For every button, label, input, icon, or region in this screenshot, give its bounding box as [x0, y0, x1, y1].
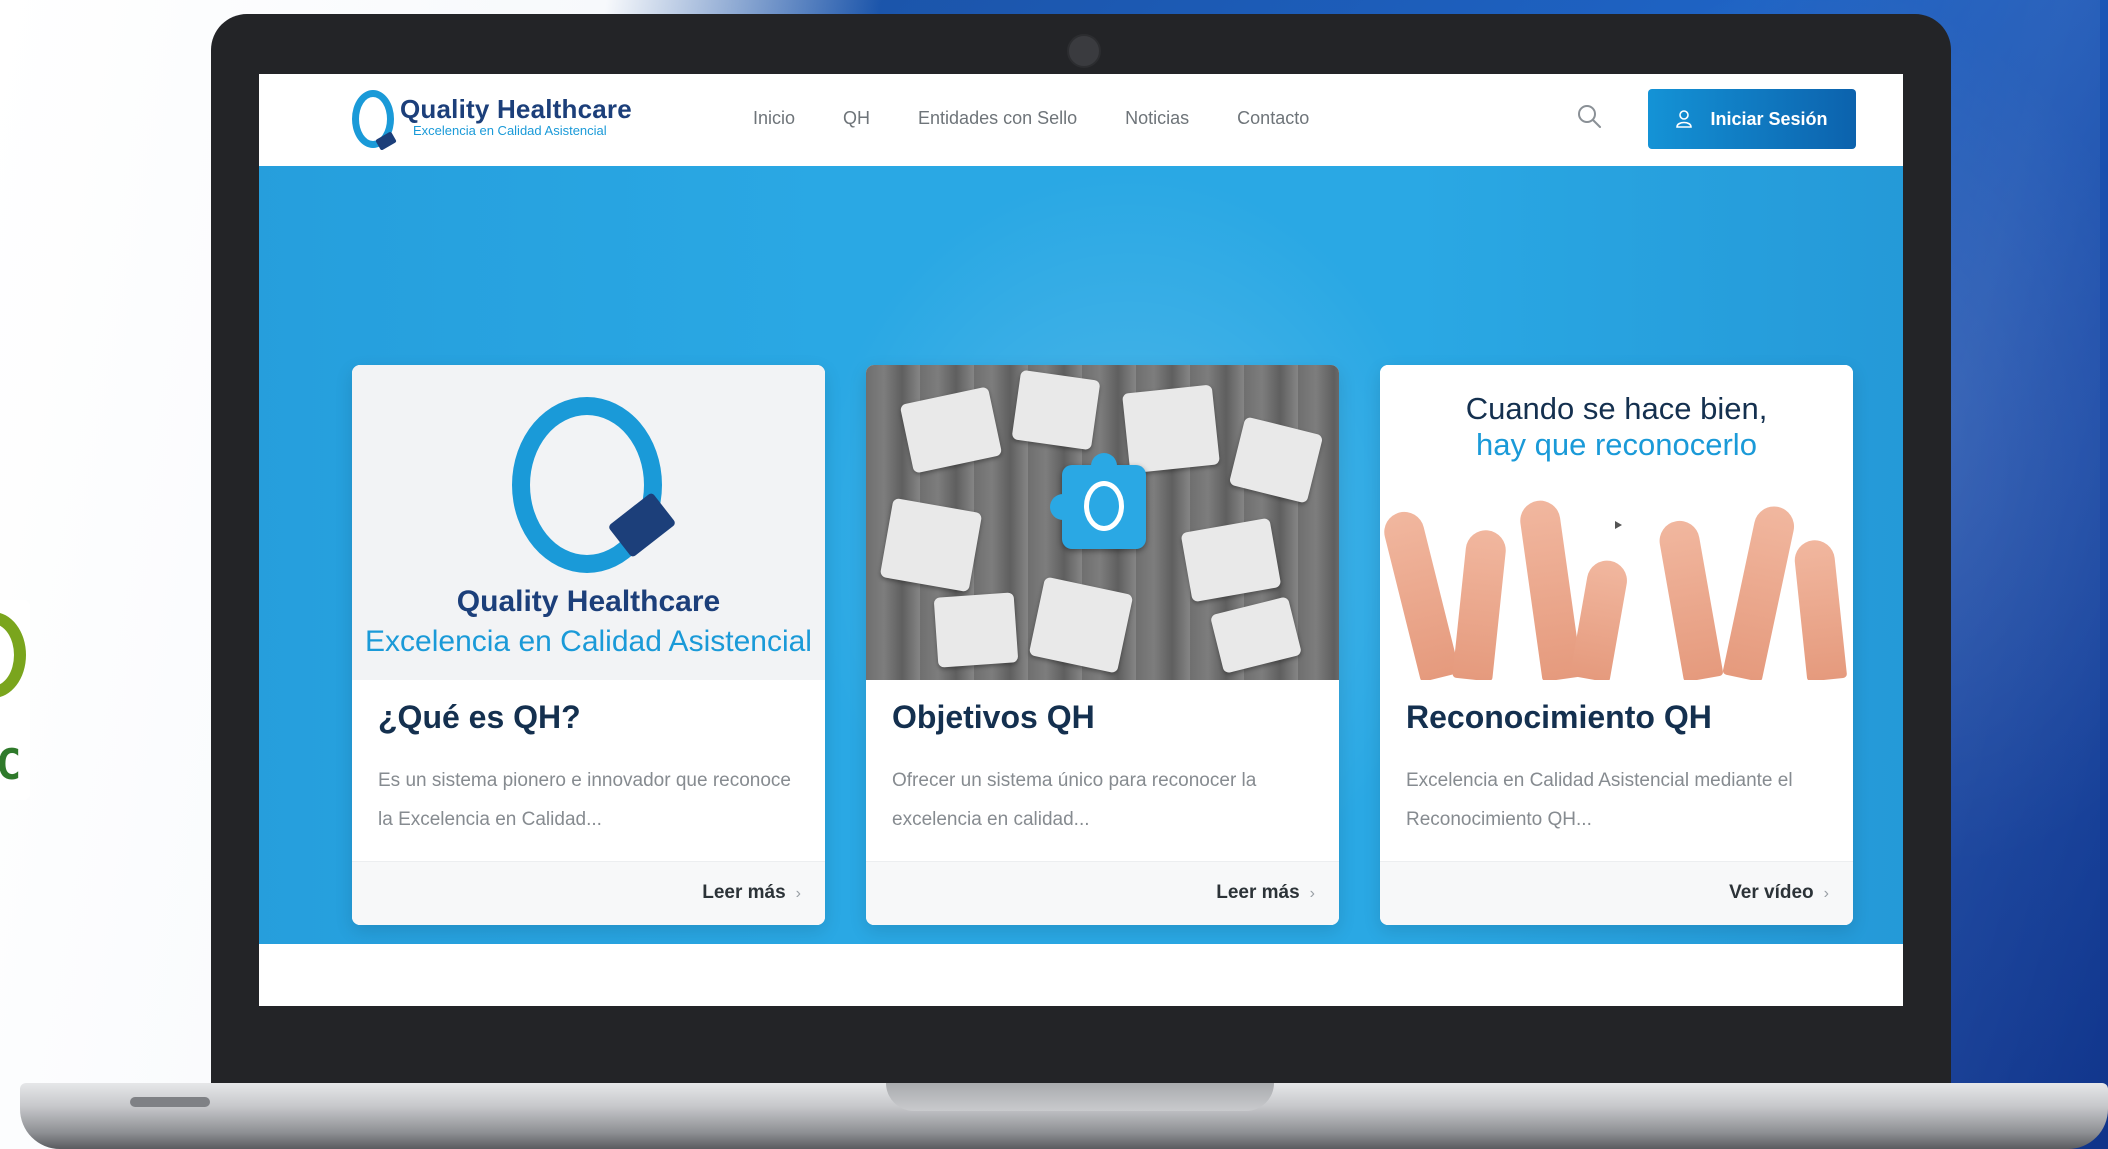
puzzle-piece	[879, 497, 983, 593]
puzzle-piece	[1122, 384, 1220, 474]
card-que-es-qh[interactable]: Quality Healthcare Excelencia en Calidad…	[352, 365, 825, 925]
puzzle-piece	[933, 592, 1019, 668]
card-reconocimiento-qh[interactable]: Cuando se hace bien, hay que reconocerlo…	[1380, 365, 1853, 925]
puzzle-piece	[1028, 576, 1134, 674]
brand-name[interactable]: Quality Healthcare	[400, 94, 632, 125]
card-title: ¿Qué es QH?	[378, 699, 581, 735]
brand-logo-icon[interactable]	[352, 90, 394, 148]
brand-tagline: Excelencia en Calidad Asistencial	[413, 123, 607, 138]
nav-item-qh[interactable]: QH	[843, 108, 870, 129]
nav-item-contacto[interactable]: Contacto	[1237, 108, 1309, 129]
below-hero-section	[259, 944, 1903, 1006]
read-more-link[interactable]: Leer más ›	[1216, 882, 1315, 904]
puzzle-piece	[1228, 416, 1324, 504]
card-image: Quality Healthcare Excelencia en Calidad…	[352, 365, 825, 680]
card-image-tagline: Excelencia en Calidad Asistencial	[365, 625, 812, 658]
clapping-hand	[1656, 517, 1724, 680]
read-more-link[interactable]: Leer más ›	[702, 882, 801, 904]
card-text: Excelencia en Calidad Asistencial median…	[1406, 770, 1793, 830]
card-footer: Ver vídeo ›	[1380, 861, 1853, 925]
card-image-brand: Quality Healthcare	[456, 585, 721, 618]
laptop-screen: Quality Healthcare Excelencia en Calidad…	[259, 74, 1903, 1006]
card-text: Es un sistema pionero e innovador que re…	[378, 770, 791, 830]
login-button-label: Iniciar Sesión	[1710, 108, 1828, 129]
nav-item-noticias[interactable]: Noticias	[1125, 108, 1189, 129]
puzzle-piece	[1011, 369, 1101, 451]
chevron-right-icon: ›	[1309, 885, 1315, 902]
puzzle-piece	[899, 386, 1003, 474]
clapping-hand	[1452, 528, 1508, 680]
card-image-puzzle	[866, 365, 1339, 680]
card-video-thumbnail[interactable]: Cuando se hace bien, hay que reconocerlo	[1380, 365, 1853, 680]
puzzle-piece	[1209, 596, 1303, 674]
card-footer: Leer más ›	[866, 861, 1339, 925]
clapping-hand	[1722, 502, 1798, 680]
hero-section: Quality Healthcare Excelencia en Calidad…	[259, 136, 1903, 956]
chevron-right-icon: ›	[1823, 885, 1829, 902]
side-logo-q-icon	[0, 612, 26, 698]
card-footer: Leer más ›	[352, 861, 825, 925]
nav-item-inicio[interactable]: Inicio	[753, 108, 795, 129]
puzzle-piece	[1180, 517, 1282, 603]
side-logo-letter: C	[0, 740, 22, 789]
login-button[interactable]: Iniciar Sesión	[1648, 89, 1856, 149]
watch-video-link[interactable]: Ver vídeo ›	[1729, 882, 1829, 904]
play-icon[interactable]	[1598, 505, 1638, 545]
video-caption-line1: Cuando se hace bien,	[1465, 391, 1768, 426]
watch-video-label: Ver vídeo	[1729, 882, 1814, 903]
partial-side-logo: C	[0, 600, 30, 800]
laptop-slot	[130, 1097, 210, 1107]
card-objetivos-qh[interactable]: Objetivos QH Ofrecer un sistema único pa…	[866, 365, 1339, 925]
video-caption-line2: hay que reconocerlo	[1476, 427, 1757, 462]
clapping-hand	[1380, 507, 1460, 680]
card-title: Objetivos QH	[892, 699, 1095, 735]
laptop-notch	[886, 1083, 1274, 1111]
chevron-right-icon: ›	[795, 885, 801, 902]
qh-logo-icon	[1084, 481, 1124, 531]
read-more-label: Leer más	[1216, 882, 1300, 903]
search-icon[interactable]	[1575, 102, 1605, 132]
user-icon	[1676, 110, 1693, 128]
main-nav: Inicio QH Entidades con Sello Noticias C…	[753, 108, 1357, 129]
read-more-label: Leer más	[702, 882, 786, 903]
clapping-hand	[1569, 557, 1631, 680]
card-text: Ofrecer un sistema único para reconocer …	[892, 770, 1257, 830]
clapping-hand	[1517, 498, 1583, 680]
nav-item-entidades[interactable]: Entidades con Sello	[918, 108, 1077, 129]
card-title: Reconocimiento QH	[1406, 699, 1712, 735]
camera-icon	[1067, 34, 1101, 68]
clapping-hand	[1792, 538, 1848, 680]
